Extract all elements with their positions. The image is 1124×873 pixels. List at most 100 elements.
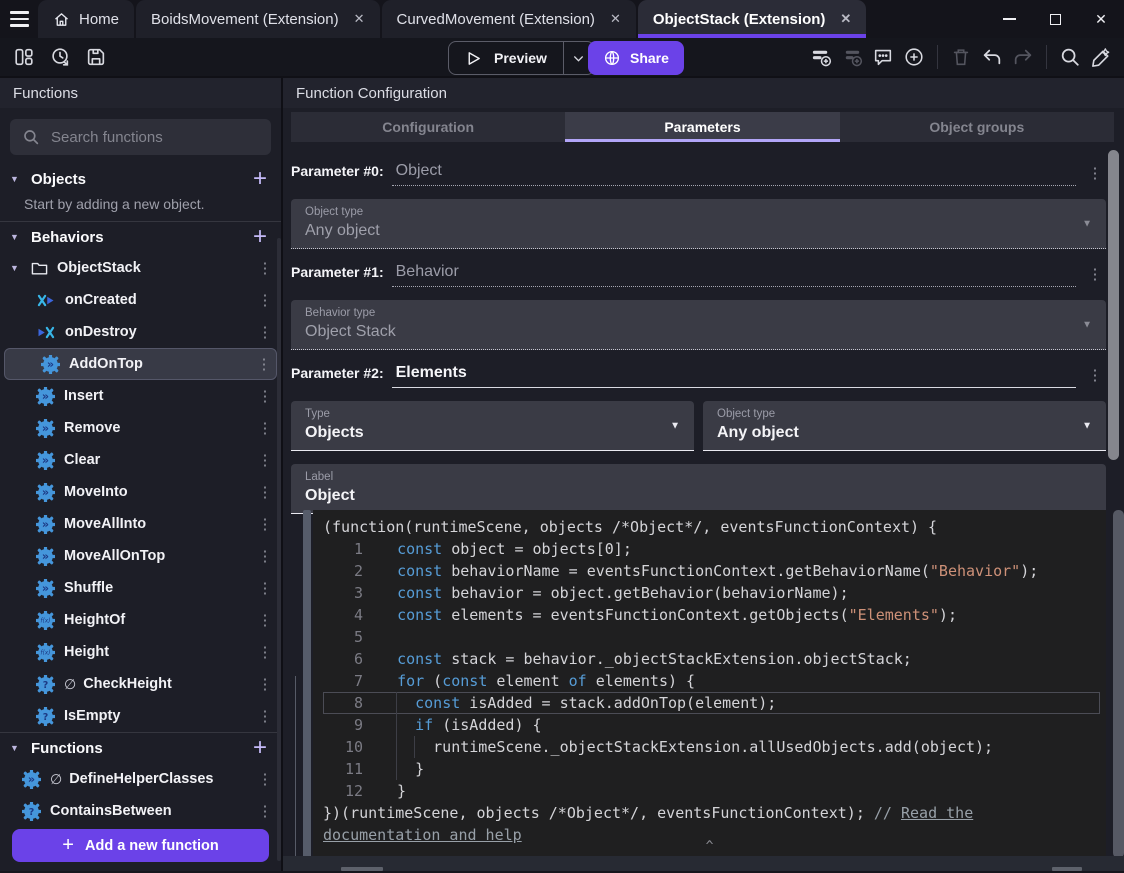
documentation-link[interactable]: Read the <box>901 804 973 822</box>
delete-button[interactable] <box>946 42 976 72</box>
tab-object-groups[interactable]: Object groups <box>840 112 1114 142</box>
item-menu-icon[interactable]: ⋮ <box>257 579 273 597</box>
preview-button-main[interactable]: Preview <box>449 42 563 74</box>
preview-button[interactable]: Preview <box>448 41 595 75</box>
tab-close-icon[interactable]: ✕ <box>354 11 365 27</box>
code-line-1[interactable]: 1 const object = objects[0]; <box>323 538 1100 560</box>
chevron-down-icon[interactable]: ▼ <box>10 743 22 753</box>
item-menu-icon[interactable]: ⋮ <box>257 707 273 725</box>
sidebar-item-shuffle[interactable]: » Shuffle ⋮ <box>0 572 281 604</box>
sidebar-item-definehelperclasses[interactable]: » ∅ DefineHelperClasses ⋮ <box>0 763 281 795</box>
item-menu-icon[interactable]: ⋮ <box>257 387 273 405</box>
parameter-menu-icon[interactable]: ⋮ <box>1084 366 1106 388</box>
item-menu-icon[interactable]: ⋮ <box>257 802 273 820</box>
sidebar-item-isempty[interactable]: ? IsEmpty ⋮ <box>0 700 281 732</box>
chevron-down-icon[interactable]: ▼ <box>10 232 22 242</box>
code-line-8[interactable]: 8 const isAdded = stack.addOnTop(element… <box>323 692 1100 714</box>
editor-resize-hint[interactable]: ^ <box>706 836 714 858</box>
parameter-name-input[interactable]: Elements <box>391 364 1076 388</box>
tab-boidsmovement-extension[interactable]: BoidsMovement (Extension) ✕ <box>136 0 380 38</box>
parameter-menu-icon[interactable]: ⋮ <box>1084 265 1106 287</box>
code-line-9[interactable]: 9 if (isAdded) { <box>323 714 1100 736</box>
version-history-button[interactable] <box>45 42 75 72</box>
code-line-3[interactable]: 3 const behavior = object.getBehavior(be… <box>323 582 1100 604</box>
search-functions-input[interactable] <box>51 128 251 146</box>
javascript-code-editor[interactable]: (function(runtimeScene, objects /*Object… <box>313 510 1106 858</box>
item-menu-icon[interactable]: ⋮ <box>257 611 273 629</box>
code-line-6[interactable]: 6 const stack = behavior._objectStackExt… <box>323 648 1100 670</box>
item-menu-icon[interactable]: ⋮ <box>257 483 273 501</box>
maximize-button[interactable] <box>1032 0 1078 38</box>
select-object-type[interactable]: Object type Any object ▼ <box>703 401 1106 451</box>
tab-close-icon[interactable]: ✕ <box>840 11 851 27</box>
add-subevent-button[interactable] <box>837 42 867 72</box>
save-button[interactable] <box>81 42 111 72</box>
sidebar-item-objectstack[interactable]: ▼ ObjectStack ⋮ <box>0 252 281 284</box>
sidebar-item-heightof[interactable]: f(x) HeightOf ⋮ <box>0 604 281 636</box>
item-menu-icon[interactable]: ⋮ <box>256 355 272 373</box>
select-object-type[interactable]: Object type Any object ▼ <box>291 199 1106 249</box>
redo-button[interactable] <box>1008 42 1038 72</box>
editor-left-strip[interactable] <box>303 510 311 858</box>
item-menu-icon[interactable]: ⋮ <box>257 643 273 661</box>
text-field-label[interactable]: Label Object <box>291 464 1106 514</box>
add-functions-button[interactable]: + <box>253 736 267 760</box>
item-menu-icon[interactable]: ⋮ <box>257 323 273 341</box>
chevron-down-icon[interactable]: ▼ <box>10 263 22 273</box>
tab-home[interactable]: Home <box>38 0 135 38</box>
parameter-name-input[interactable]: Object <box>391 162 1076 186</box>
tab-objectstack-extension[interactable]: ObjectStack (Extension) ✕ <box>637 0 867 38</box>
code-line-11[interactable]: 11 } <box>323 758 1100 780</box>
add-event-button[interactable] <box>806 42 836 72</box>
item-menu-icon[interactable]: ⋮ <box>257 770 273 788</box>
main-menu-button[interactable] <box>0 0 38 38</box>
share-button[interactable]: Share <box>588 41 684 75</box>
tab-curvedmovement-extension[interactable]: CurvedMovement (Extension) ✕ <box>381 0 636 38</box>
close-button[interactable]: ✕ <box>1078 0 1124 38</box>
item-menu-icon[interactable]: ⋮ <box>257 547 273 565</box>
item-menu-icon[interactable]: ⋮ <box>257 451 273 469</box>
code-line-5[interactable]: 5 <box>323 626 1100 648</box>
documentation-link[interactable]: documentation and help <box>323 826 522 844</box>
item-menu-icon[interactable]: ⋮ <box>257 515 273 533</box>
sidebar-item-addontop[interactable]: » AddOnTop ⋮ <box>4 348 277 380</box>
code-line-7[interactable]: 7 for (const element of elements) { <box>323 670 1100 692</box>
select-behavior-type[interactable]: Behavior type Object Stack ▼ <box>291 300 1106 350</box>
sidebar-item-checkheight[interactable]: ? ∅ CheckHeight ⋮ <box>0 668 281 700</box>
sidebar-item-remove[interactable]: » Remove ⋮ <box>0 412 281 444</box>
add-objects-button[interactable]: + <box>253 167 267 191</box>
add-new-function-button[interactable]: + Add a new function <box>12 829 269 862</box>
item-menu-icon[interactable]: ⋮ <box>257 259 273 277</box>
extension-edit-button[interactable] <box>1086 42 1116 72</box>
sidebar-item-moveallontop[interactable]: » MoveAllOnTop ⋮ <box>0 540 281 572</box>
item-menu-icon[interactable]: ⋮ <box>257 291 273 309</box>
minimize-button[interactable] <box>986 0 1032 38</box>
parameter-menu-icon[interactable]: ⋮ <box>1084 164 1106 186</box>
tab-configuration[interactable]: Configuration <box>291 112 565 142</box>
code-line-10[interactable]: 10 runtimeScene._objectStackExtension.al… <box>323 736 1100 758</box>
select-type[interactable]: Type Objects ▼ <box>291 401 694 451</box>
editor-scrollbar[interactable] <box>1113 510 1124 858</box>
sidebar-item-moveallinto[interactable]: » MoveAllInto ⋮ <box>0 508 281 540</box>
sidebar-scrollbar[interactable] <box>277 238 281 861</box>
sidebar-item-clear[interactable]: » Clear ⋮ <box>0 444 281 476</box>
search-functions-box[interactable] <box>10 119 271 155</box>
sidebar-item-ondestroy[interactable]: onDestroy ⋮ <box>0 316 281 348</box>
sidebar-item-containsbetween[interactable]: ? ContainsBetween ⋮ <box>0 795 281 827</box>
item-menu-icon[interactable]: ⋮ <box>257 419 273 437</box>
add-behaviors-button[interactable]: + <box>253 225 267 249</box>
tab-parameters[interactable]: Parameters <box>565 112 840 142</box>
parameter-name-input[interactable]: Behavior <box>391 263 1076 287</box>
sidebar-item-moveinto[interactable]: » MoveInto ⋮ <box>0 476 281 508</box>
sidebar-item-height[interactable]: f(x) Height ⋮ <box>0 636 281 668</box>
item-menu-icon[interactable]: ⋮ <box>257 675 273 693</box>
add-button[interactable] <box>899 42 929 72</box>
code-line-4[interactable]: 4 const elements = eventsFunctionContext… <box>323 604 1100 626</box>
parameters-scrollbar[interactable] <box>1108 150 1119 460</box>
tab-close-icon[interactable]: ✕ <box>610 11 621 27</box>
undo-button[interactable] <box>977 42 1007 72</box>
code-line-2[interactable]: 2 const behaviorName = eventsFunctionCon… <box>323 560 1100 582</box>
chevron-down-icon[interactable]: ▼ <box>10 174 22 184</box>
add-comment-button[interactable] <box>868 42 898 72</box>
sidebar-item-oncreated[interactable]: onCreated ⋮ <box>0 284 281 316</box>
